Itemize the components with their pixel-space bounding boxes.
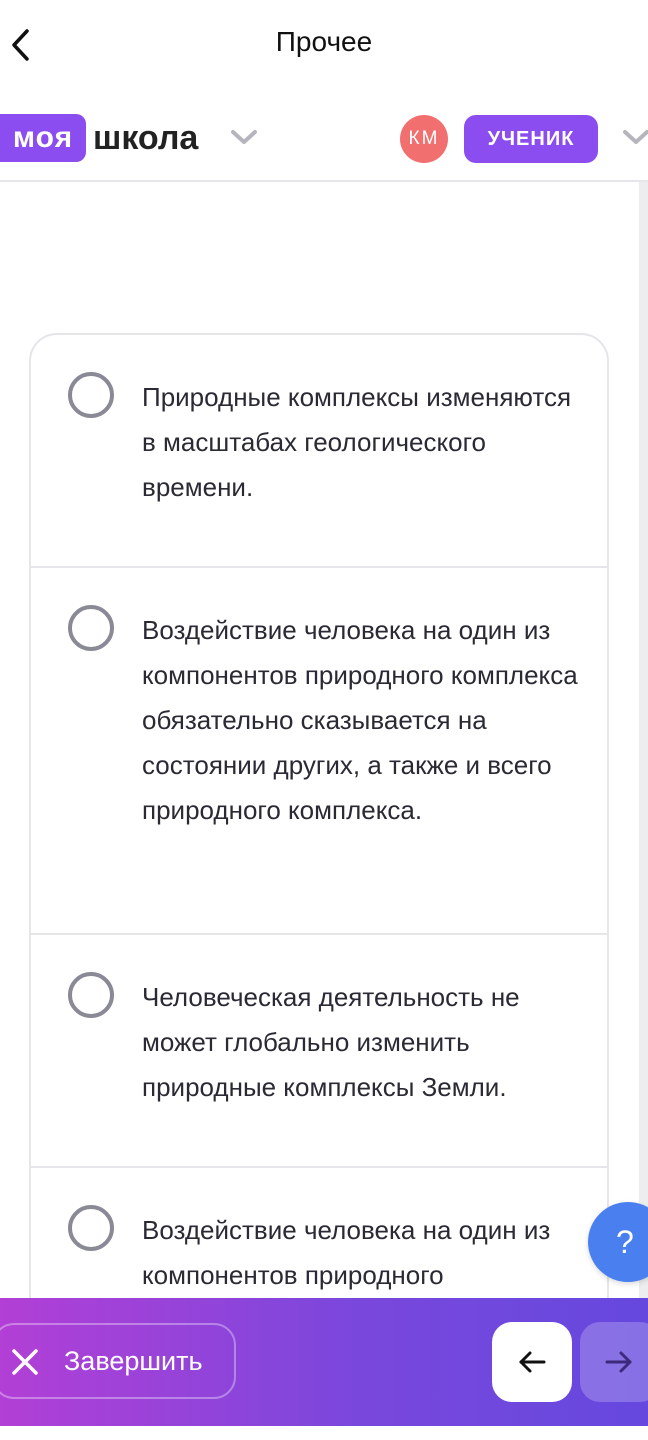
finish-button[interactable]: Завершить [0, 1323, 236, 1399]
radio-button[interactable] [68, 605, 114, 651]
finish-button-label: Завершить [64, 1346, 203, 1376]
top-bar: Прочее [0, 0, 648, 90]
arrow-right-icon [605, 1351, 632, 1373]
avatar[interactable]: КМ [400, 115, 448, 163]
radio-button[interactable] [68, 372, 114, 418]
next-button[interactable] [580, 1322, 648, 1402]
radio-button[interactable] [68, 1205, 114, 1251]
answer-option-text: Природные комплексы изменяются в масштаб… [142, 382, 572, 502]
logo-shkola[interactable]: школа [93, 114, 198, 162]
answer-option-text: Человеческая деятельность не может глоба… [142, 982, 520, 1102]
answer-option[interactable]: Воздействие человека на один из компонен… [31, 568, 607, 935]
bottom-action-bar: Завершить [0, 1298, 648, 1426]
chevron-down-icon[interactable] [622, 128, 648, 146]
page-title: Прочее [275, 26, 373, 57]
previous-button[interactable] [492, 1322, 572, 1402]
role-badge[interactable]: УЧЕНИК [464, 115, 598, 163]
radio-button[interactable] [68, 972, 114, 1018]
close-icon [12, 1349, 38, 1375]
answer-option[interactable]: Человеческая деятельность не может глоба… [31, 935, 607, 1168]
logo-moya[interactable]: моя [0, 114, 86, 162]
scrollbar[interactable] [639, 182, 648, 1300]
answer-option[interactable]: Природные комплексы изменяются в масштаб… [31, 335, 607, 568]
chevron-down-icon[interactable] [230, 128, 258, 146]
answer-option-text: Воздействие человека на один из компонен… [142, 615, 578, 825]
answer-options: Природные комплексы изменяются в масштаб… [29, 333, 609, 1347]
app-header: моя школа КМ УЧЕНИК [0, 90, 648, 182]
arrow-left-icon [519, 1351, 546, 1373]
answer-option-text: Воздействие человека на один из компонен… [142, 1215, 551, 1290]
